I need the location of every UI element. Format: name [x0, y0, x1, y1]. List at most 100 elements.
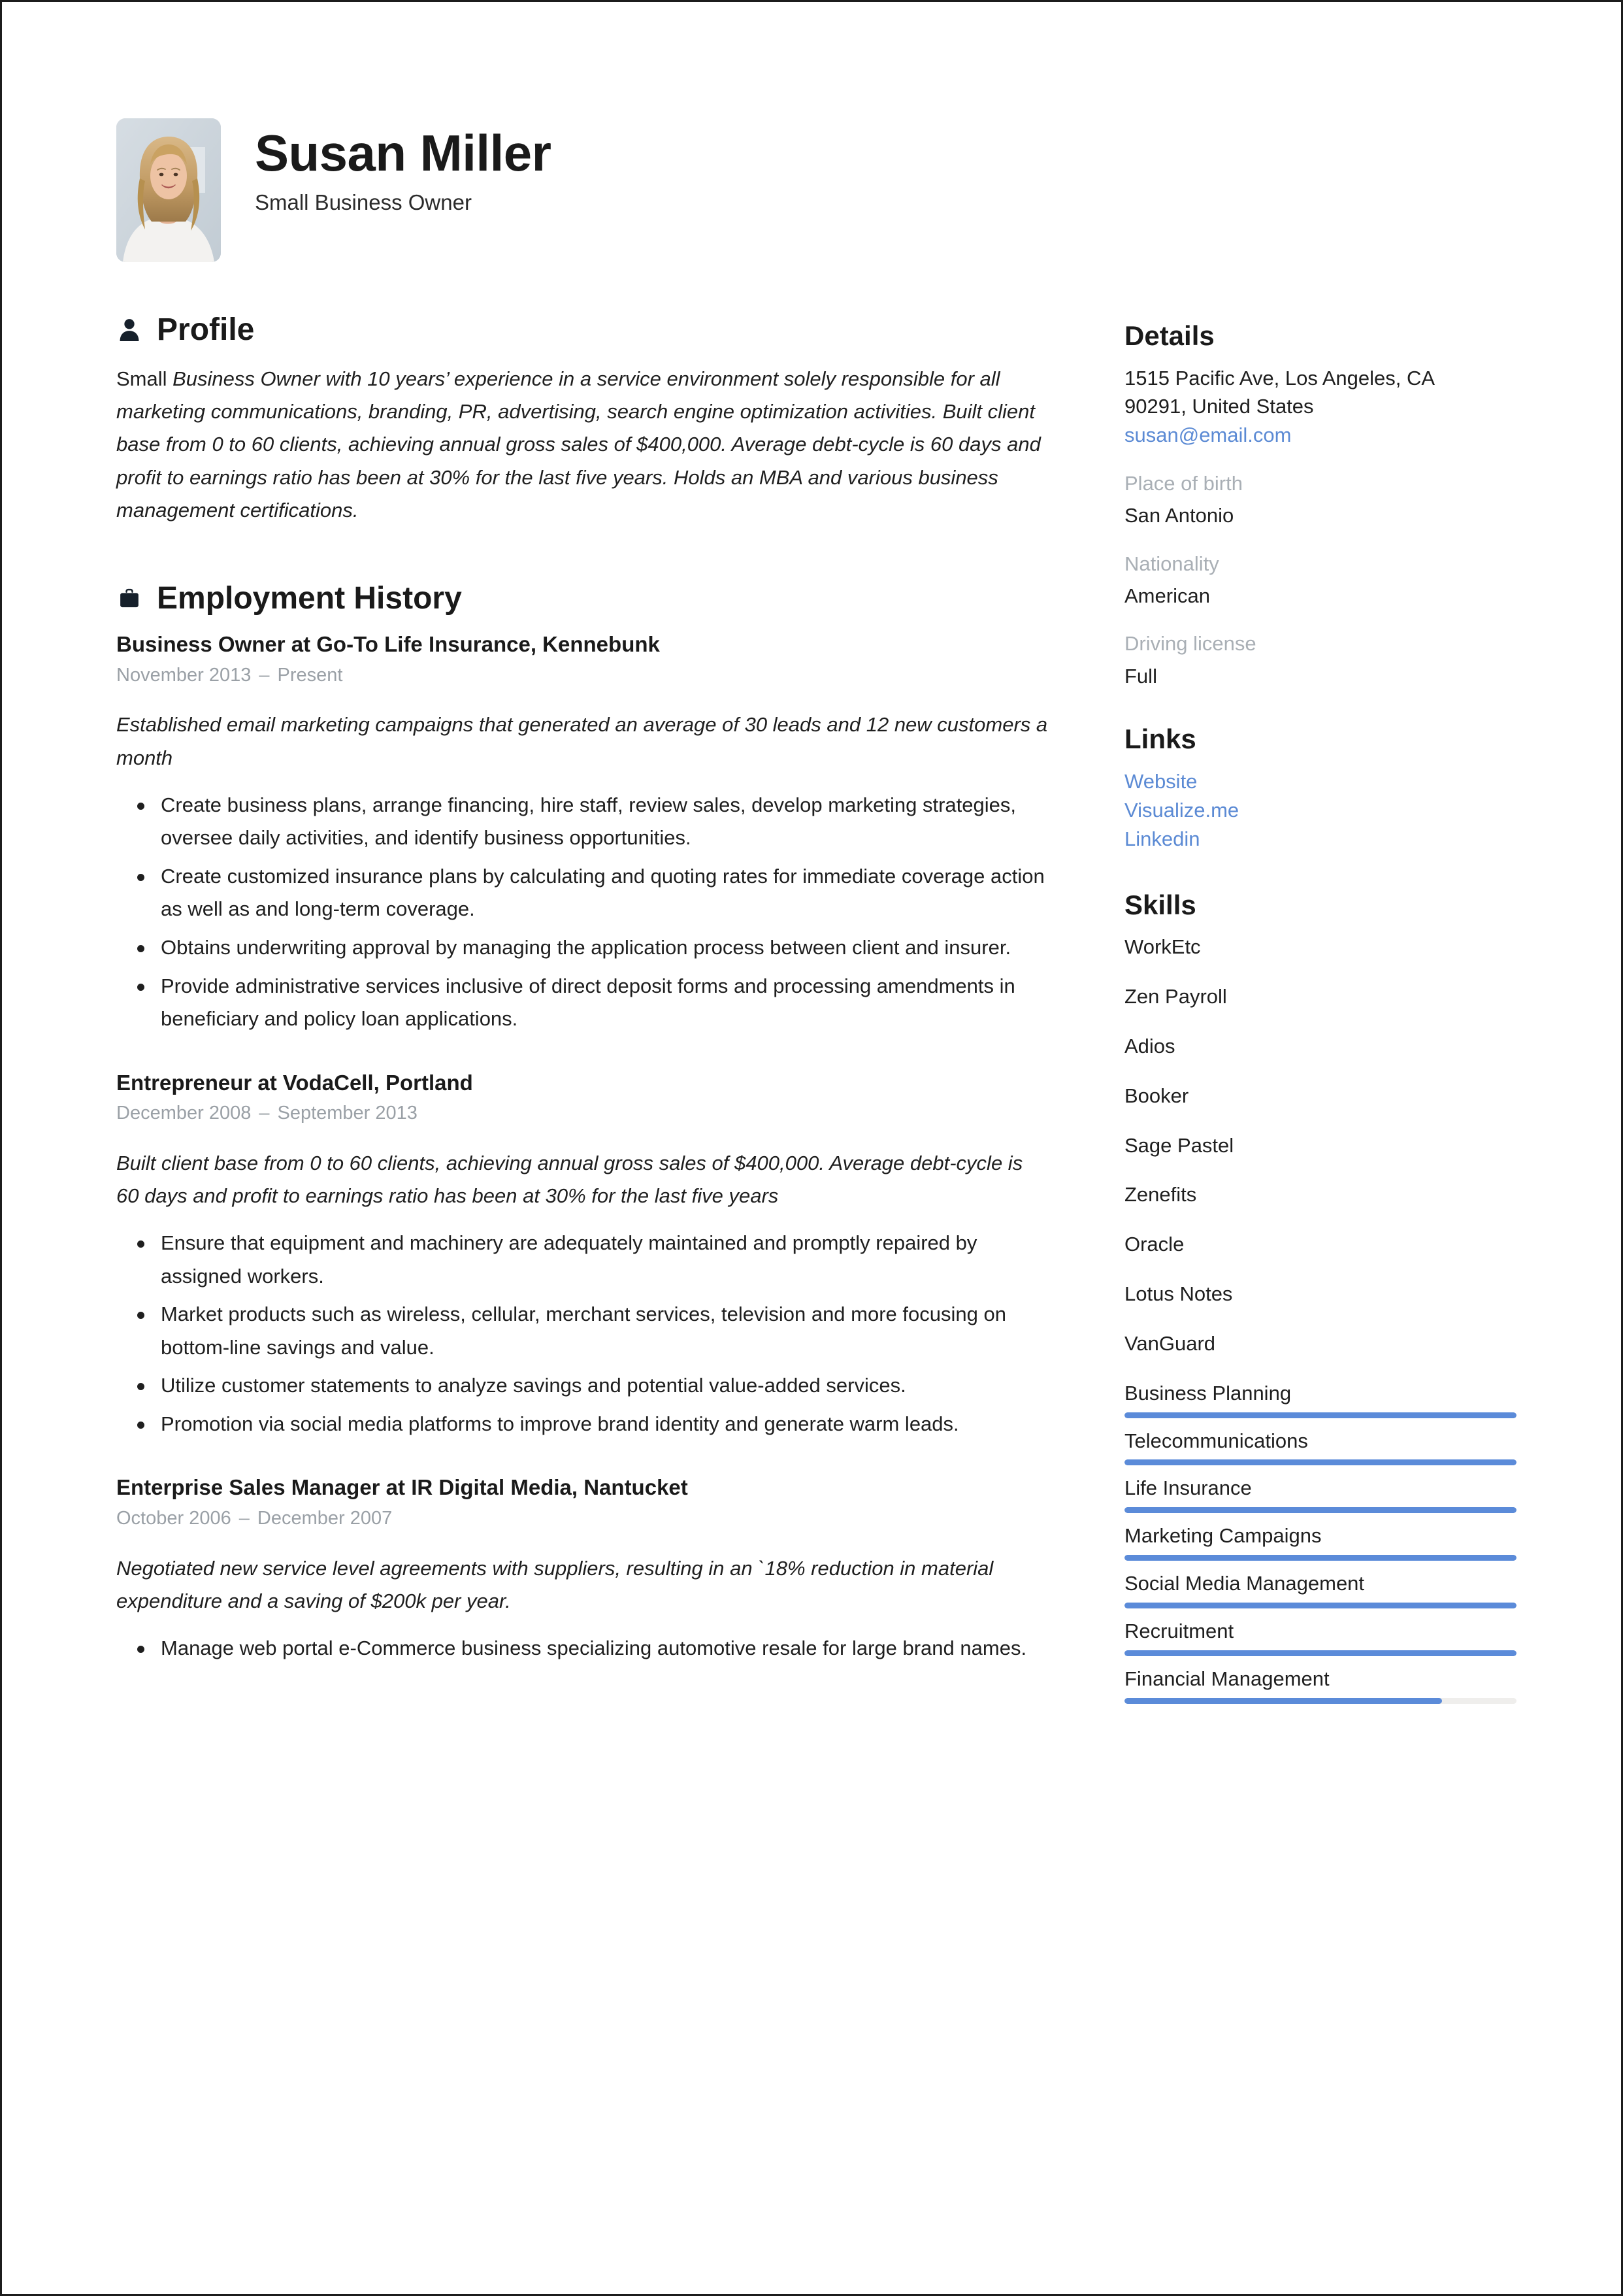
- skill-name: Social Media Management: [1124, 1572, 1365, 1595]
- skill-bar: [1124, 1507, 1516, 1514]
- skill-name: Telecommunications: [1124, 1429, 1308, 1452]
- skill-name: Adios: [1124, 1034, 1175, 1057]
- skill-row: Booker: [1124, 1082, 1516, 1115]
- job-dates: December 2008– September 2013: [116, 1102, 1051, 1125]
- skill-name: Lotus Notes: [1124, 1282, 1233, 1306]
- date-separator: –: [238, 1508, 250, 1529]
- job-end-date: December 2007: [257, 1508, 393, 1529]
- detail-nationality: Nationality American: [1124, 550, 1516, 610]
- skill-name: Business Planning: [1124, 1381, 1292, 1405]
- list-item: Market products such as wireless, cellul…: [116, 1298, 1051, 1364]
- skills-title: Skills: [1124, 890, 1196, 921]
- profile-text: Small Business Owner with 10 years’ expe…: [116, 363, 1051, 527]
- profile-title: Profile: [157, 312, 255, 347]
- skill-name: WorkEtc: [1124, 935, 1201, 959]
- email-link[interactable]: susan@email.com: [1124, 421, 1516, 450]
- skill-row: Recruitment: [1124, 1618, 1516, 1656]
- skill-name: Sage Pastel: [1124, 1133, 1234, 1157]
- briefcase-icon: [116, 585, 142, 612]
- skill-row: Life Insurance: [1124, 1474, 1516, 1514]
- page-title: Susan Miller: [255, 124, 551, 182]
- job-entry: Business Owner at Go-To Life Insurance, …: [116, 631, 1051, 1035]
- address-line-1: 1515 Pacific Ave, Los Angeles, CA: [1124, 367, 1435, 390]
- job-heading: Business Owner at Go-To Life Insurance, …: [116, 632, 660, 657]
- job-list: Business Owner at Go-To Life Insurance, …: [116, 631, 1051, 1665]
- main-column: Profile Small Business Owner with 10 yea…: [116, 314, 1051, 1674]
- link-visualize-me[interactable]: Visualize.me: [1124, 796, 1516, 825]
- list-item: Manage web portal e-Commerce business sp…: [116, 1632, 1051, 1665]
- list-item: Obtains underwriting approval by managin…: [116, 931, 1051, 965]
- profile-body: Business Owner with 10 years’ experience…: [116, 367, 1041, 522]
- skill-bar: [1124, 1697, 1516, 1704]
- job-start-date: December 2008: [116, 1103, 252, 1124]
- skill-bar-fill: [1124, 1555, 1516, 1561]
- skill-bar-fill: [1124, 1697, 1442, 1704]
- detail-place-of-birth: Place of birth San Antonio: [1124, 469, 1516, 530]
- detail-value: Full: [1124, 664, 1157, 688]
- job-entry: Entrepreneur at VodaCell, Portland Decem…: [116, 1070, 1051, 1441]
- skill-row: Zen Payroll: [1124, 983, 1516, 1016]
- job-summary: Built client base from 0 to 60 clients, …: [116, 1151, 1023, 1208]
- skill-bar: [1124, 1555, 1516, 1561]
- skill-row: VanGuard: [1124, 1330, 1516, 1363]
- detail-label: Place of birth: [1124, 471, 1243, 495]
- resume-page: Susan Miller Small Business Owner Profil…: [0, 0, 1623, 2296]
- section-details: Details 1515 Pacific Ave, Los Angeles, C…: [1124, 322, 1516, 690]
- job-dates: October 2006– December 2007: [116, 1507, 1051, 1530]
- skill-row: Adios: [1124, 1033, 1516, 1065]
- skill-row: Sage Pastel: [1124, 1132, 1516, 1165]
- employment-title: Employment History: [157, 581, 462, 616]
- skill-bar-fill: [1124, 1507, 1516, 1514]
- link-linkedin[interactable]: Linkedin: [1124, 825, 1516, 854]
- profile-lead-word: Small: [116, 367, 167, 390]
- link-website[interactable]: Website: [1124, 767, 1516, 796]
- skill-row: Marketing Campaigns: [1124, 1522, 1516, 1561]
- date-separator: –: [259, 664, 270, 686]
- job-heading: Entrepreneur at VodaCell, Portland: [116, 1070, 473, 1095]
- skill-name: VanGuard: [1124, 1331, 1216, 1355]
- skill-bar: [1124, 1603, 1516, 1608]
- skill-name: Marketing Campaigns: [1124, 1524, 1322, 1548]
- skill-row: Business Planning: [1124, 1380, 1516, 1418]
- job-end-date: September 2013: [277, 1103, 418, 1124]
- skill-bar: [1124, 1650, 1516, 1656]
- skill-bar-fill: [1124, 1412, 1516, 1418]
- job-summary: Negotiated new service level agreements …: [116, 1556, 994, 1613]
- job-dates: November 2013– Present: [116, 664, 1051, 687]
- detail-driving-license: Driving license Full: [1124, 629, 1516, 690]
- links-title: Links: [1124, 724, 1196, 755]
- employment-heading: Employment History: [116, 583, 1051, 614]
- details-title: Details: [1124, 320, 1215, 351]
- person-icon: [116, 316, 142, 344]
- skill-row: Zenefits: [1124, 1181, 1516, 1214]
- resume-sheet: Susan Miller Small Business Owner Profil…: [2, 2, 1621, 2294]
- skill-name: Recruitment: [1124, 1620, 1234, 1642]
- sidebar: Details 1515 Pacific Ave, Los Angeles, C…: [1124, 322, 1516, 1713]
- skill-row: Oracle: [1124, 1231, 1516, 1263]
- skill-row: Financial Management: [1124, 1665, 1516, 1704]
- skill-row: Social Media Management: [1124, 1570, 1516, 1608]
- skill-name: Booker: [1124, 1084, 1189, 1107]
- skill-name: Oracle: [1124, 1233, 1185, 1256]
- skill-bar: [1124, 1459, 1516, 1466]
- list-item: Promotion via social media platforms to …: [116, 1408, 1051, 1441]
- skill-name: Zenefits: [1124, 1183, 1197, 1206]
- profile-heading: Profile: [116, 314, 1051, 346]
- detail-value: San Antonio: [1124, 504, 1234, 527]
- list-item: Create business plans, arrange financing…: [116, 789, 1051, 855]
- skill-name: Life Insurance: [1124, 1476, 1252, 1500]
- job-entry: Enterprise Sales Manager at IR Digital M…: [116, 1474, 1051, 1665]
- section-links: Links Website Visualize.me Linkedin: [1124, 725, 1516, 854]
- list-item: Provide administrative services inclusiv…: [116, 970, 1051, 1036]
- job-bullets: Ensure that equipment and machinery are …: [116, 1227, 1051, 1440]
- job-start-date: November 2013: [116, 664, 252, 686]
- detail-label: Nationality: [1124, 552, 1219, 575]
- list-item: Create customized insurance plans by cal…: [116, 860, 1051, 926]
- list-item: Ensure that equipment and machinery are …: [116, 1227, 1051, 1293]
- job-title-subtitle: Small Business Owner: [255, 190, 472, 214]
- job-start-date: October 2006: [116, 1508, 231, 1529]
- address-line-2: 90291, United States: [1124, 395, 1314, 418]
- resume-header: Susan Miller Small Business Owner: [116, 118, 551, 262]
- list-item: Utilize customer statements to analyze s…: [116, 1369, 1051, 1403]
- section-skills: Skills WorkEtc Zen Payroll Adios Booker: [1124, 891, 1516, 1704]
